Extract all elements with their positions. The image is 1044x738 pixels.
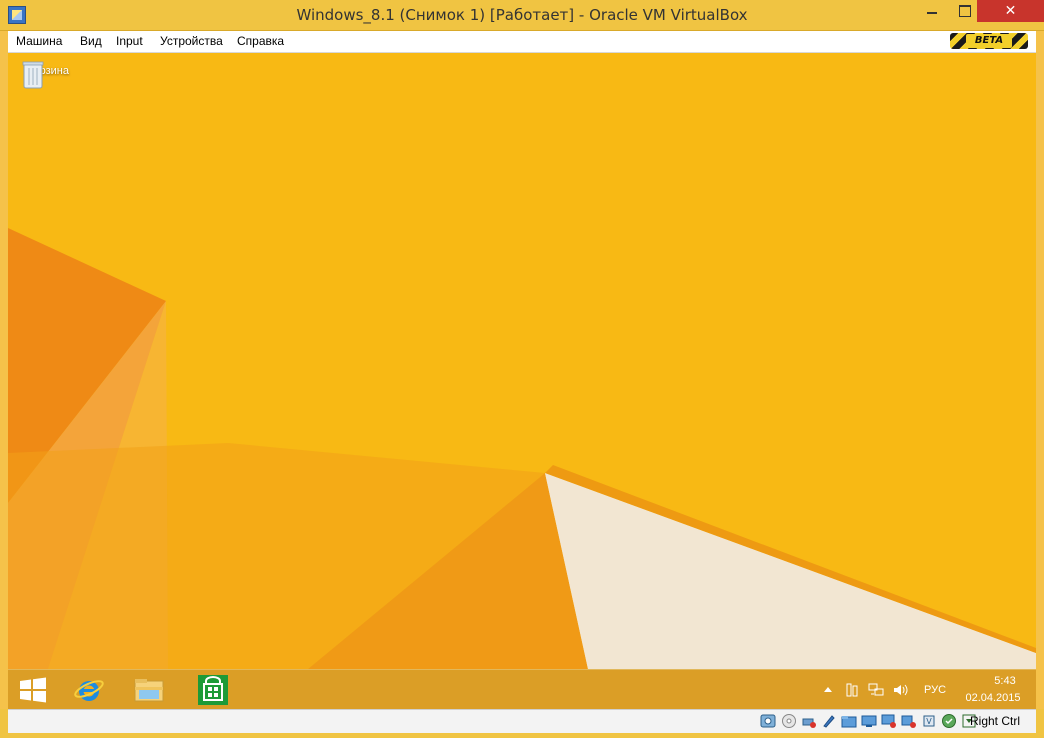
maximize-button[interactable] [950, 0, 980, 22]
recycle-bin[interactable]: Корзина [22, 59, 74, 89]
beta-label: BETA [966, 34, 1012, 48]
menu-help[interactable]: Справка [237, 34, 284, 48]
store-icon[interactable] [196, 673, 230, 707]
internet-explorer-icon[interactable] [72, 673, 106, 707]
cpu-icon[interactable]: V [921, 713, 937, 729]
clock-date[interactable]: 02.04.2015 [963, 692, 1023, 704]
shared-folder-icon[interactable] [841, 713, 857, 729]
clock-time[interactable]: 5:43 [980, 675, 1030, 687]
video-capture-icon[interactable] [901, 713, 917, 729]
show-hidden-icons-chevron-up-icon[interactable] [820, 682, 836, 698]
svg-text:V: V [926, 717, 932, 726]
minimize-button[interactable] [917, 0, 947, 22]
beta-badge: BETA [950, 33, 1028, 49]
hard-disk-icon[interactable] [760, 713, 776, 729]
guest-taskbar: РУС 5:43 02.04.2015 [8, 669, 1036, 710]
host-key-label[interactable]: Right Ctrl [970, 714, 1020, 728]
optical-drive-icon[interactable] [781, 713, 797, 729]
guest-desktop[interactable]: Корзина [8, 53, 1036, 669]
volume-icon[interactable] [892, 682, 908, 698]
wallpaper [8, 53, 1036, 669]
menu-devices[interactable]: Устройства [160, 34, 223, 48]
usb-icon[interactable] [801, 713, 817, 729]
audio-icon[interactable] [821, 713, 837, 729]
menu-machine[interactable]: Машина [16, 34, 62, 48]
action-center-flag-icon[interactable] [844, 682, 860, 698]
start-icon[interactable] [16, 673, 50, 707]
vbox-statusbar: V Right Ctrl [0, 709, 1044, 738]
mouse-integration-icon[interactable] [941, 713, 957, 729]
menu-input[interactable]: Input [116, 34, 143, 48]
status-icons-strip: V Right Ctrl [8, 709, 1036, 733]
recycle-bin-icon [22, 61, 44, 89]
menu-bar: Машина Вид Input Устройства Справка BETA [8, 31, 1036, 53]
file-explorer-icon[interactable] [132, 673, 166, 707]
network-adapter-icon[interactable] [881, 713, 897, 729]
display-icon[interactable] [861, 713, 877, 729]
close-button[interactable]: ✕ [977, 0, 1044, 22]
menu-view[interactable]: Вид [80, 34, 102, 48]
window-title: Windows_8.1 (Снимок 1) [Работает] - Orac… [296, 6, 748, 24]
input-language-indicator[interactable]: РУС [924, 684, 946, 696]
window-titlebar[interactable]: Windows_8.1 (Снимок 1) [Работает] - Orac… [0, 0, 1044, 31]
network-icon[interactable] [868, 682, 884, 698]
